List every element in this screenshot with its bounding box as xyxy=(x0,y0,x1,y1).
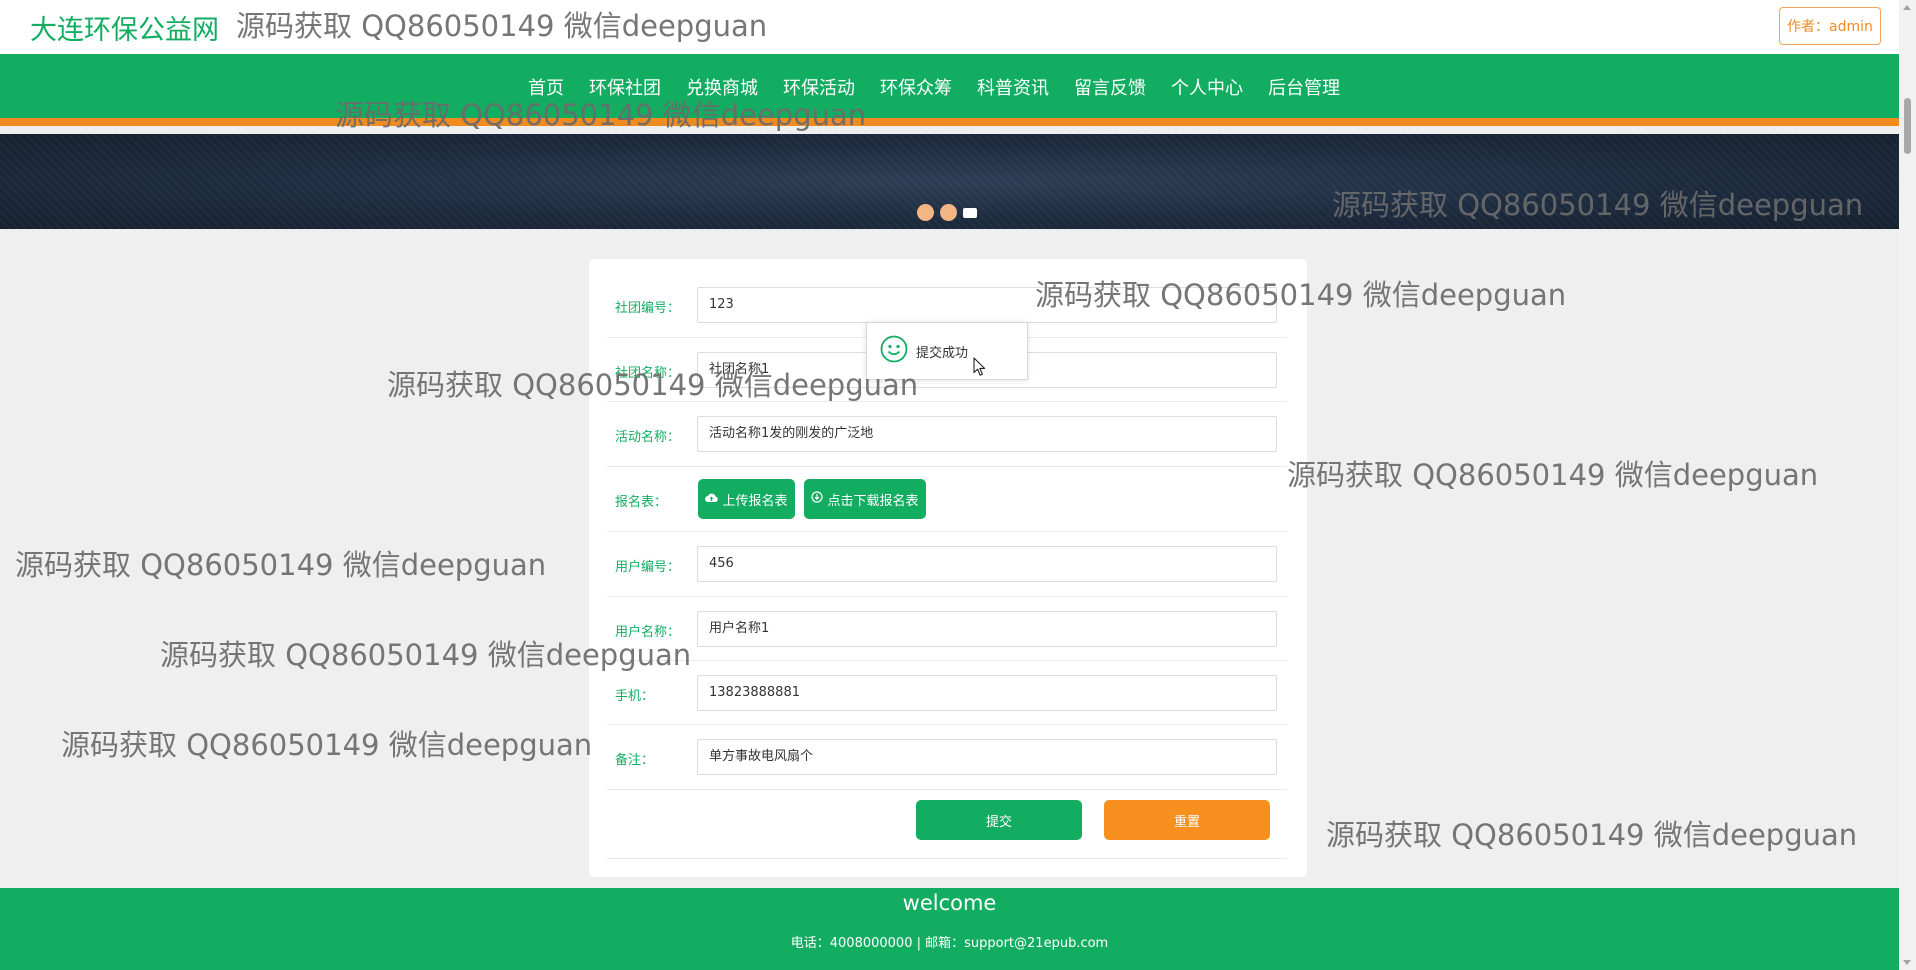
form-row-user-name: 用户名称： 用户名称1 xyxy=(607,597,1287,661)
upload-signup-label: 上传报名表 xyxy=(722,493,788,509)
submit-button[interactable]: 提交 xyxy=(916,800,1082,840)
watermark-text: 源码获取 QQ86050149 微信deepguan xyxy=(15,548,547,582)
cloud-upload-icon xyxy=(705,492,719,507)
watermark-text: 源码获取 QQ86050149 微信deepguan xyxy=(160,638,692,672)
mouse-cursor-icon xyxy=(973,357,987,381)
download-signup-label: 点击下载报名表 xyxy=(827,493,919,509)
scroll-thumb[interactable] xyxy=(1904,98,1911,154)
form-row-remark: 备注： 单方事故电风扇个 xyxy=(607,725,1287,790)
carousel-indicators xyxy=(917,204,977,221)
watermark-text: 源码获取 QQ86050149 微信deepguan xyxy=(61,728,593,762)
site-title[interactable]: 大连环保公益网 xyxy=(30,8,219,47)
watermark-text: 源码获取 QQ86050149 微信deepguan xyxy=(1332,188,1864,222)
activity-name-input[interactable]: 活动名称1发的刚发的广泛地 xyxy=(697,416,1277,452)
download-signup-button[interactable]: 点击下载报名表 xyxy=(804,479,926,519)
remark-input[interactable]: 单方事故电风扇个 xyxy=(697,739,1277,775)
form-row-activity-name: 活动名称： 活动名称1发的刚发的广泛地 xyxy=(607,402,1287,467)
signup-sheet-label: 报名表： xyxy=(615,495,668,510)
footer-contact: 电话：4008000000 | 邮箱：support@21epub.com xyxy=(790,936,1109,951)
form-row-actions: 提交 重置 xyxy=(607,790,1287,859)
toast-message: 提交成功 xyxy=(916,345,969,361)
watermark-text: 源码获取 QQ86050149 微信deepguan xyxy=(1326,818,1858,852)
carousel-dot-active[interactable] xyxy=(963,207,977,218)
activity-name-label: 活动名称： xyxy=(615,430,681,445)
form-row-user-id: 用户编号： 456 xyxy=(607,532,1287,597)
club-id-label: 社团编号： xyxy=(615,301,681,316)
remark-label: 备注： xyxy=(615,753,655,768)
main-nav: 首页 环保社团 兑换商城 环保活动 环保众筹 科普资讯 留言反馈 个人中心 后台… xyxy=(0,54,1899,126)
scroll-down-arrow-icon[interactable] xyxy=(1903,960,1911,965)
nav-item-crowdfunding[interactable]: 环保众筹 xyxy=(880,74,952,100)
page-scrollbar[interactable] xyxy=(1899,0,1916,970)
footer: welcome 电话：4008000000 | 邮箱：support@21epu… xyxy=(0,888,1899,970)
footer-welcome: welcome xyxy=(902,891,997,915)
phone-input[interactable]: 13823888881 xyxy=(697,675,1277,711)
carousel-dot[interactable] xyxy=(917,204,934,221)
watermark-text: 源码获取 QQ86050149 微信deepguan xyxy=(1035,278,1567,312)
nav-item-feedback[interactable]: 留言反馈 xyxy=(1074,74,1146,100)
phone-label: 手机： xyxy=(615,689,655,704)
carousel-dot[interactable] xyxy=(940,204,957,221)
user-name-input[interactable]: 用户名称1 xyxy=(697,611,1277,647)
reset-button[interactable]: 重置 xyxy=(1104,800,1270,840)
watermark-text: 源码获取 QQ86050149 微信deepguan xyxy=(236,9,768,43)
nav-item-profile[interactable]: 个人中心 xyxy=(1171,74,1243,100)
nav-item-news[interactable]: 科普资讯 xyxy=(977,74,1049,100)
watermark-text: 源码获取 QQ86050149 微信deepguan xyxy=(387,368,919,402)
form-row-signup-sheet: 报名表： 上传报名表 点击下载报名表 xyxy=(607,467,1287,532)
upload-signup-button[interactable]: 上传报名表 xyxy=(698,479,795,519)
form-row-phone: 手机： 13823888881 xyxy=(607,661,1287,725)
user-id-input[interactable]: 456 xyxy=(697,546,1277,582)
watermark-text: 源码获取 QQ86050149 微信deepguan xyxy=(335,98,867,132)
download-circle-icon xyxy=(811,491,824,507)
author-button[interactable]: 作者：admin xyxy=(1779,7,1881,45)
nav-item-admin[interactable]: 后台管理 xyxy=(1268,74,1340,100)
user-id-label: 用户编号： xyxy=(615,560,681,575)
watermark-text: 源码获取 QQ86050149 微信deepguan xyxy=(1287,458,1819,492)
scroll-up-arrow-icon[interactable] xyxy=(1903,5,1911,10)
